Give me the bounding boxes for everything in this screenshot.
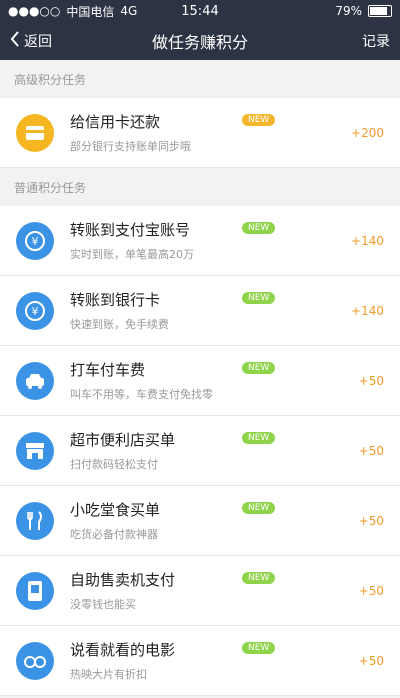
battery-fill <box>370 7 388 15</box>
section-header-normal: 普通积分任务 <box>0 168 400 206</box>
signal-icon: ●●●○○ <box>8 4 61 18</box>
new-badge: NEW <box>242 432 276 444</box>
battery-percent: 79% <box>335 4 362 18</box>
back-label: 返回 <box>24 34 52 50</box>
transfer-yuan-icon: ¥ <box>16 221 54 260</box>
new-badge: NEW <box>242 642 276 654</box>
section-header-advanced: 高级积分任务 <box>0 60 400 98</box>
task-item[interactable]: ¥ 转账到支付宝账号 实时到账，单笔最高20万 NEW +140 <box>0 206 400 276</box>
task-desc: 吃货必备付款神器 <box>70 528 158 541</box>
new-badge: NEW <box>242 502 276 514</box>
status-bar: ●●●○○ 中国电信 4G 15:44 79% <box>0 0 400 22</box>
task-points: +50 <box>358 583 384 598</box>
task-desc: 没零钱也能买 <box>70 598 136 611</box>
task-item[interactable]: 给信用卡还款 部分银行支持账单同步哦 NEW +200 <box>0 98 400 168</box>
task-name: 打车付车费 <box>70 361 146 379</box>
svg-text:¥: ¥ <box>32 305 39 318</box>
task-text: 小吃堂食买单吃货必备付款神器 <box>70 499 400 542</box>
task-desc: 叫车不用等，车费支付免找零 <box>70 388 213 401</box>
task-points: +50 <box>358 653 384 668</box>
glasses-icon <box>16 641 54 680</box>
network-label: 4G <box>120 4 138 18</box>
task-item[interactable]: 小吃堂食买单 吃货必备付款神器 NEW +50 <box>0 486 400 556</box>
task-item[interactable]: 超市便利店买单 扫付款码轻松支付 NEW +50 <box>0 416 400 486</box>
new-badge: NEW <box>242 292 276 304</box>
task-text: 自助售卖机支付没零钱也能买 <box>70 569 400 612</box>
task-text: 打车付车费叫车不用等，车费支付免找零 <box>70 359 400 402</box>
advanced-task-list: 给信用卡还款 部分银行支持账单同步哦 NEW +200 <box>0 98 400 168</box>
back-button[interactable]: 返回 <box>10 31 52 51</box>
new-badge: NEW <box>242 572 276 584</box>
task-points: +140 <box>351 233 384 248</box>
task-name: 自助售卖机支付 <box>70 571 176 589</box>
task-name: 小吃堂食买单 <box>70 501 161 519</box>
task-points: +50 <box>358 513 384 528</box>
task-text: 说看就看的电影热映大片有折扣 <box>70 639 400 682</box>
carrier-label: 中国电信 <box>66 4 115 19</box>
task-points: +50 <box>358 373 384 388</box>
task-points: +200 <box>351 125 384 140</box>
record-link[interactable]: 记录 <box>362 31 390 51</box>
task-item[interactable]: 自助售卖机支付 没零钱也能买 NEW +50 <box>0 556 400 626</box>
task-name: 超市便利店买单 <box>70 431 176 449</box>
vending-icon <box>16 571 54 610</box>
new-badge: NEW <box>242 222 276 234</box>
card-icon <box>16 113 54 152</box>
task-item[interactable]: 打车付车费 叫车不用等，车费支付免找零 NEW +50 <box>0 346 400 416</box>
task-text: 超市便利店买单扫付款码轻松支付 <box>70 429 400 472</box>
new-badge: NEW <box>242 362 276 374</box>
fork-knife-icon <box>16 501 54 540</box>
task-points: +50 <box>358 443 384 458</box>
task-desc: 热映大片有折扣 <box>70 668 147 681</box>
normal-task-list: ¥ 转账到支付宝账号 实时到账，单笔最高20万 NEW +140 ¥ 转账到银行卡 快速到账，… <box>0 206 400 696</box>
navigation-bar: 返回 做任务赚积分 记录 <box>0 22 400 60</box>
store-icon <box>16 431 54 470</box>
svg-text:¥: ¥ <box>32 235 39 248</box>
page-title: 做任务赚积分 <box>151 33 248 52</box>
task-item[interactable]: 说看就看的电影 热映大片有折扣 NEW +50 <box>0 626 400 696</box>
task-points: +140 <box>351 303 384 318</box>
new-badge: NEW <box>242 114 276 126</box>
task-item[interactable]: ¥ 转账到银行卡 快速到账，免手续费 NEW +140 <box>0 276 400 346</box>
chevron-left-icon <box>10 31 20 51</box>
task-desc: 扫付款码轻松支付 <box>70 458 158 471</box>
battery-icon <box>368 5 392 17</box>
transfer-yuan-icon: ¥ <box>16 291 54 330</box>
task-name: 说看就看的电影 <box>70 641 176 659</box>
car-icon <box>16 361 54 400</box>
